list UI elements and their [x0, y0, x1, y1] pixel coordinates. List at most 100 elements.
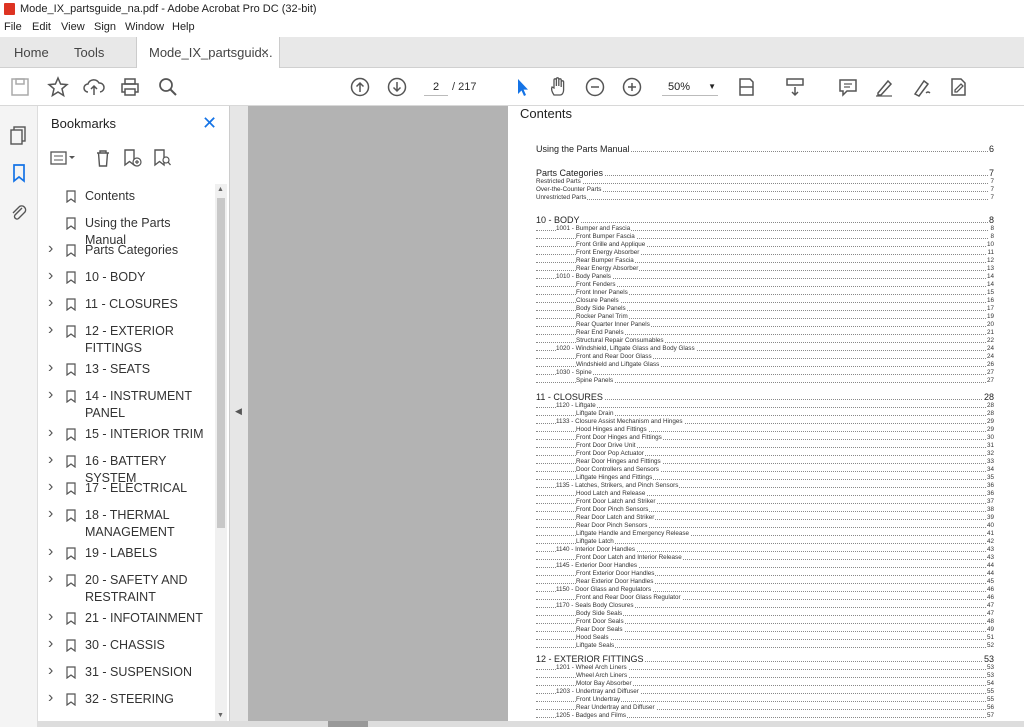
menu-edit[interactable]: Edit: [32, 18, 51, 37]
toc-entry[interactable]: Rear Energy Absorber 13: [536, 265, 994, 273]
horizontal-scrollbar[interactable]: [38, 721, 1024, 727]
toc-entry[interactable]: 1170 - Seals Body Closures 47: [536, 602, 994, 610]
options-menu-icon[interactable]: [50, 150, 76, 171]
toc-entry[interactable]: 1201 - Wheel Arch Liners 53: [536, 664, 994, 672]
delete-bookmark-icon[interactable]: [94, 148, 112, 173]
toc-entry[interactable]: Front Bumper Fascia 8: [536, 233, 994, 241]
print-icon[interactable]: [118, 75, 142, 99]
toc-entry[interactable]: Hood Latch and Release 36: [536, 490, 994, 498]
toc-entry[interactable]: 1203 - Undertray and Diffuser 55: [536, 688, 994, 696]
toc-entry[interactable]: Structural Repair Consumables 22: [536, 337, 994, 345]
toc-entry[interactable]: Front Door Hinges and Fittings 30: [536, 434, 994, 442]
previous-page-icon[interactable]: [348, 75, 372, 99]
toc-entry[interactable]: Liftgate Seals 52: [536, 642, 994, 650]
toc-entry[interactable]: Rear Bumper Fascia 12: [536, 257, 994, 265]
menu-sign[interactable]: Sign: [94, 18, 116, 37]
panel-collapse-strip[interactable]: ◀: [230, 106, 248, 721]
chevron-right-icon[interactable]: ›: [48, 662, 53, 679]
bookmarks-scrollbar[interactable]: ▲ ▼: [215, 184, 227, 721]
scrollbar-thumb[interactable]: [217, 198, 225, 528]
document-viewer[interactable]: Contents Using the Parts Manual 6 Parts Ca…: [248, 106, 1024, 721]
toc-entry[interactable]: Closure Panels 16: [536, 297, 994, 305]
toc-entry[interactable]: 1205 - Badges and Films 57: [536, 712, 994, 720]
toc-chapter-entry[interactable]: Parts Categories 7: [536, 168, 994, 178]
draw-icon[interactable]: [910, 75, 934, 99]
chevron-right-icon[interactable]: ›: [48, 451, 53, 468]
horizontal-scrollbar-thumb[interactable]: [328, 721, 368, 727]
sign-icon[interactable]: [946, 75, 970, 99]
toc-entry[interactable]: Rear Quarter Inner Panels 20: [536, 321, 994, 329]
toc-entry[interactable]: Front and Rear Door Glass Regulator 46: [536, 594, 994, 602]
toc-entry[interactable]: Wheel Arch Liners 53: [536, 672, 994, 680]
toc-entry[interactable]: Hood Hinges and Fittings 29: [536, 426, 994, 434]
menu-view[interactable]: View: [61, 18, 85, 37]
chevron-right-icon[interactable]: ›: [48, 543, 53, 560]
tab-tools[interactable]: Tools: [74, 37, 104, 68]
toc-entry[interactable]: Front and Rear Door Glass 24: [536, 353, 994, 361]
toc-entry[interactable]: Body Side Seals 47: [536, 610, 994, 618]
toc-entry[interactable]: Front Door Latch and Striker 37: [536, 498, 994, 506]
toc-entry[interactable]: Body Side Panels 17: [536, 305, 994, 313]
toc-entry[interactable]: 1030 - Spine 27: [536, 369, 994, 377]
zoom-in-icon[interactable]: [620, 75, 644, 99]
tab-home[interactable]: Home: [14, 37, 49, 68]
chevron-right-icon[interactable]: ›: [48, 570, 53, 587]
toc-entry[interactable]: Hood Seals 51: [536, 634, 994, 642]
toc-entry[interactable]: Rear Door Hinges and Fittings 33: [536, 458, 994, 466]
tab-document[interactable]: Mode_IX_partsguid... ×: [136, 37, 280, 68]
toc-entry[interactable]: 1120 - Liftgate 28: [536, 402, 994, 410]
toc-entry[interactable]: Unrestricted Parts 7: [536, 194, 994, 202]
toc-entry[interactable]: Rear Door Latch and Striker 39: [536, 514, 994, 522]
toc-entry[interactable]: Liftgate Drain 28: [536, 410, 994, 418]
chevron-right-icon[interactable]: ›: [48, 478, 53, 495]
chevron-right-icon[interactable]: ›: [48, 321, 53, 338]
toc-entry[interactable]: 1133 - Closure Assist Mechanism and Hing…: [536, 418, 994, 426]
scroll-mode-icon[interactable]: [783, 75, 807, 99]
chevron-right-icon[interactable]: ›: [48, 386, 53, 403]
comment-icon[interactable]: [836, 75, 860, 99]
star-icon[interactable]: [46, 75, 70, 99]
toc-entry[interactable]: 1001 - Bumper and Fascia 8: [536, 225, 994, 233]
toc-entry[interactable]: Front Fenders 14: [536, 281, 994, 289]
toc-entry[interactable]: Over-the-Counter Parts 7: [536, 186, 994, 194]
menu-help[interactable]: Help: [172, 18, 195, 37]
close-tab-icon[interactable]: ×: [261, 37, 269, 68]
toc-entry[interactable]: 1020 - Windshield, Liftgate Glass and Bo…: [536, 345, 994, 353]
toc-entry[interactable]: Front Door Latch and Interior Release 43: [536, 554, 994, 562]
toc-entry[interactable]: Restricted Parts 7: [536, 178, 994, 186]
chevron-right-icon[interactable]: ›: [48, 267, 53, 284]
chevron-right-icon[interactable]: ›: [48, 359, 53, 376]
close-icon[interactable]: ✕: [202, 113, 217, 134]
toc-entry[interactable]: Rocker Panel Trim 19: [536, 313, 994, 321]
toc-entry[interactable]: Front Door Seals 48: [536, 618, 994, 626]
toc-entry[interactable]: Spine Panels 27: [536, 377, 994, 385]
toc-chapter-entry[interactable]: 10 - BODY 8: [536, 215, 994, 225]
toc-entry[interactable]: Front Exterior Door Handles 44: [536, 570, 994, 578]
toc-entry[interactable]: Rear Door Pinch Sensors 40: [536, 522, 994, 530]
toc-chapter-entry[interactable]: Using the Parts Manual 6: [536, 144, 994, 154]
toc-entry[interactable]: Rear Door Seals 49: [536, 626, 994, 634]
toc-entry[interactable]: Liftgate Handle and Emergency Release 41: [536, 530, 994, 538]
toc-entry[interactable]: Front Inner Panels 15: [536, 289, 994, 297]
scroll-up-icon[interactable]: ▲: [217, 186, 224, 193]
save-icon[interactable]: [8, 75, 32, 99]
toc-entry[interactable]: Motor Bay Absorber 54: [536, 680, 994, 688]
menu-file[interactable]: File: [4, 18, 22, 37]
toc-chapter-entry[interactable]: 12 - EXTERIOR FITTINGS 53: [536, 654, 994, 664]
new-bookmark-icon[interactable]: [122, 148, 142, 173]
toc-entry[interactable]: Front Door Drive Unit 31: [536, 442, 994, 450]
chevron-right-icon[interactable]: ›: [48, 294, 53, 311]
zoom-level-select[interactable]: 50% ▼: [662, 78, 718, 96]
toc-entry[interactable]: Front Energy Absorber 11: [536, 249, 994, 257]
toc-entry[interactable]: Front Grille and Applique 10: [536, 241, 994, 249]
toc-entry[interactable]: Rear End Panels 21: [536, 329, 994, 337]
toc-entry[interactable]: Front Undertray 55: [536, 696, 994, 704]
chevron-right-icon[interactable]: ›: [48, 505, 53, 522]
page-number-input[interactable]: 2: [424, 78, 448, 96]
chevron-right-icon[interactable]: ›: [48, 240, 53, 257]
zoom-out-icon[interactable]: [583, 75, 607, 99]
attachments-icon[interactable]: [8, 202, 30, 224]
chevron-right-icon[interactable]: ›: [48, 424, 53, 441]
toc-entry[interactable]: 1135 - Latches, Strikers, and Pinch Sens…: [536, 482, 994, 490]
bookmark-panel-icon[interactable]: [8, 162, 30, 184]
